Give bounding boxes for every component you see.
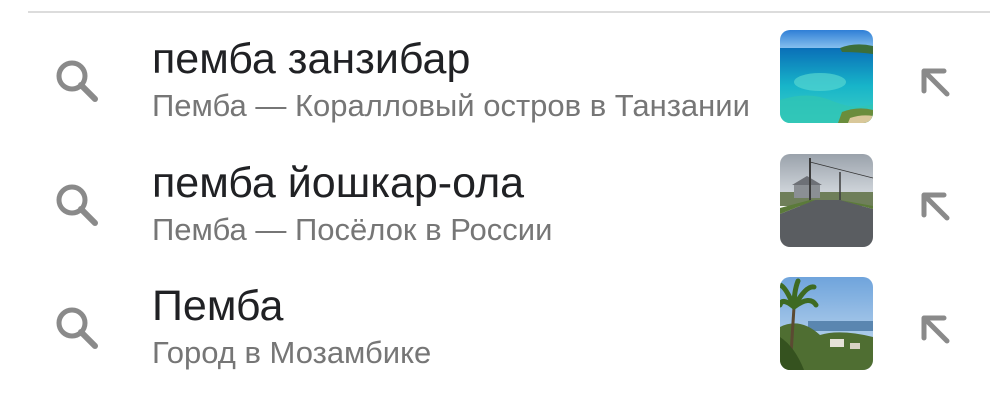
- search-icon: [50, 54, 104, 108]
- suggestion-title: пемба занзибар: [152, 35, 471, 83]
- arrow-up-left-icon[interactable]: [912, 306, 956, 350]
- suggestion-thumbnail: [780, 154, 873, 247]
- arrow-up-left-icon[interactable]: [912, 59, 956, 103]
- search-icon: [50, 178, 104, 232]
- search-icon: [50, 301, 104, 355]
- suggestion-subtitle: Город в Мозамбике: [152, 335, 432, 370]
- suggestion-title: пемба йошкар-ола: [152, 159, 525, 207]
- suggestion-title: Пемба: [152, 282, 284, 330]
- suggestion-row[interactable]: пемба занзибар Пемба — Коралловый остров…: [0, 19, 1000, 141]
- suggestion-subtitle: Пемба — Посёлок в России: [152, 212, 553, 247]
- suggestion-thumbnail: [780, 30, 873, 123]
- top-divider: [28, 11, 990, 13]
- suggestion-row[interactable]: пемба йошкар-ола Пемба — Посёлок в Росси…: [0, 143, 1000, 265]
- suggestion-row[interactable]: Пемба Город в Мозамбике: [0, 266, 1000, 388]
- suggestion-subtitle: Пемба — Коралловый остров в Танзании: [152, 88, 750, 123]
- arrow-up-left-icon[interactable]: [912, 183, 956, 227]
- suggestion-thumbnail: [780, 277, 873, 370]
